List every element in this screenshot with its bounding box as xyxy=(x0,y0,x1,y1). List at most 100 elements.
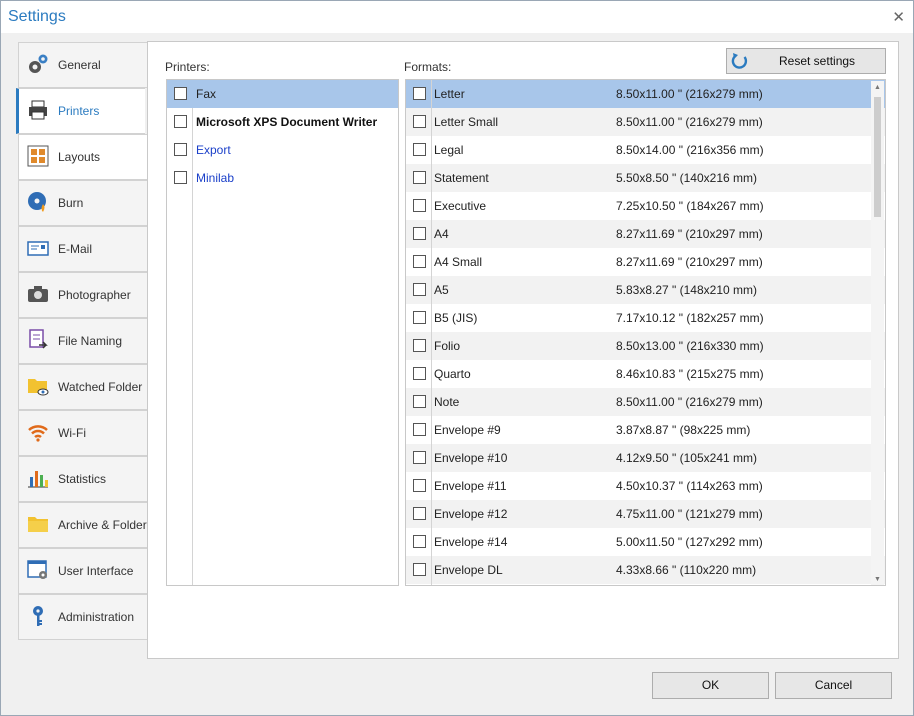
format-row[interactable]: Note 8.50x11.00 " (216x279 mm) xyxy=(406,388,885,416)
sidebar-item-administration[interactable]: Administration xyxy=(18,594,147,640)
format-checkbox[interactable] xyxy=(413,535,426,548)
format-size: 4.75x11.00 " (121x279 mm) xyxy=(616,507,763,521)
format-size: 4.12x9.50 " (105x241 mm) xyxy=(616,451,757,465)
printer-checkbox[interactable] xyxy=(174,115,187,128)
ok-button[interactable]: OK xyxy=(652,672,769,699)
settings-window: Settings ✕ General Printers Layouts Burn… xyxy=(0,0,914,716)
printer-checkbox[interactable] xyxy=(174,143,187,156)
user-interface-icon xyxy=(27,560,47,579)
format-checkbox[interactable] xyxy=(413,451,426,464)
formats-label: Formats: xyxy=(404,60,452,74)
column-divider xyxy=(431,80,432,585)
format-row[interactable]: Quarto 8.46x10.83 " (215x275 mm) xyxy=(406,360,885,388)
disc-icon xyxy=(28,192,46,212)
scroll-up-icon[interactable]: ▲ xyxy=(874,84,881,91)
format-size: 8.27x11.69 " (210x297 mm) xyxy=(616,255,763,269)
format-name: Envelope #10 xyxy=(434,451,508,465)
file-naming-icon xyxy=(29,329,48,349)
printers-label: Printers: xyxy=(165,60,210,74)
format-size: 5.50x8.50 " (140x216 mm) xyxy=(616,171,757,185)
format-checkbox[interactable] xyxy=(413,199,426,212)
format-row[interactable]: A4 8.27x11.69 " (210x297 mm) xyxy=(406,220,885,248)
sidebar-item-printers[interactable]: Printers xyxy=(16,88,145,134)
format-row[interactable]: Envelope #11 4.50x10.37 " (114x263 mm) xyxy=(406,472,885,500)
key-icon xyxy=(33,606,43,626)
reset-settings-button[interactable]: Reset settings xyxy=(726,48,886,74)
format-name: A4 xyxy=(434,227,449,241)
format-name: Envelope #9 xyxy=(434,423,501,437)
window-title: Settings xyxy=(8,8,66,25)
format-row[interactable]: Envelope #9 3.87x8.87 " (98x225 mm) xyxy=(406,416,885,444)
format-name: Letter Small xyxy=(434,115,499,129)
format-checkbox[interactable] xyxy=(413,395,426,408)
scrollbar-thumb[interactable] xyxy=(874,97,881,217)
printer-row-fax[interactable]: Fax xyxy=(167,80,398,108)
printer-row-minilab[interactable]: Minilab xyxy=(167,164,398,192)
format-checkbox[interactable] xyxy=(413,87,426,100)
format-checkbox[interactable] xyxy=(413,367,426,380)
format-size: 8.50x11.00 " (216x279 mm) xyxy=(616,395,763,409)
format-checkbox[interactable] xyxy=(413,255,426,268)
format-row[interactable]: Executive 7.25x10.50 " (184x267 mm) xyxy=(406,192,885,220)
cancel-button[interactable]: Cancel xyxy=(775,672,892,699)
folder-icon xyxy=(28,517,48,532)
formats-list: Letter 8.50x11.00 " (216x279 mm) Letter Sm… xyxy=(405,79,886,586)
sidebar-item-general[interactable]: General xyxy=(18,42,147,88)
printer-row-xps[interactable]: Microsoft XPS Document Writer xyxy=(167,108,398,136)
sidebar-item-burn[interactable]: Burn xyxy=(18,180,147,226)
format-checkbox[interactable] xyxy=(413,507,426,520)
format-name: Letter xyxy=(434,87,465,101)
format-checkbox[interactable] xyxy=(413,423,426,436)
format-row[interactable]: Letter 8.50x11.00 " (216x279 mm) xyxy=(406,80,885,108)
format-checkbox[interactable] xyxy=(413,143,426,156)
printer-checkbox[interactable] xyxy=(174,87,187,100)
format-row[interactable]: Envelope #10 4.12x9.50 " (105x241 mm) xyxy=(406,444,885,472)
format-checkbox[interactable] xyxy=(413,115,426,128)
printer-checkbox[interactable] xyxy=(174,171,187,184)
format-row[interactable]: Folio 8.50x13.00 " (216x330 mm) xyxy=(406,332,885,360)
format-row[interactable]: Envelope DL 4.33x8.66 " (110x220 mm) xyxy=(406,556,885,584)
format-size: 5.83x8.27 " (148x210 mm) xyxy=(616,283,757,297)
format-row[interactable]: B5 (JIS) 7.17x10.12 " (182x257 mm) xyxy=(406,304,885,332)
format-name: B5 (JIS) xyxy=(434,311,478,325)
format-checkbox[interactable] xyxy=(413,171,426,184)
printer-name: Microsoft XPS Document Writer xyxy=(196,115,378,129)
format-checkbox[interactable] xyxy=(413,479,426,492)
vertical-scrollbar[interactable]: ▲ ▼ xyxy=(871,81,884,585)
sidebar-item-statistics[interactable]: Statistics xyxy=(18,456,147,502)
sidebar-item-photographer[interactable]: Photographer xyxy=(18,272,147,318)
format-name: Envelope #11 xyxy=(434,479,507,493)
sidebar-item-label: Statistics xyxy=(58,472,107,486)
sidebar-item-email[interactable]: E-Mail xyxy=(18,226,147,272)
format-name: Envelope #14 xyxy=(434,535,508,549)
format-size: 8.50x11.00 " (216x279 mm) xyxy=(616,87,763,101)
close-icon[interactable]: ✕ xyxy=(892,8,905,26)
format-checkbox[interactable] xyxy=(413,563,426,576)
format-row[interactable]: Envelope #14 5.00x11.50 " (127x292 mm) xyxy=(406,528,885,556)
sidebar-item-archive-folders[interactable]: Archive & Folders xyxy=(18,502,153,548)
format-size: 7.17x10.12 " (182x257 mm) xyxy=(616,311,764,325)
format-name: Note xyxy=(434,395,460,409)
sidebar-item-label: Burn xyxy=(58,196,84,210)
sidebar-item-wifi[interactable]: Wi-Fi xyxy=(18,410,147,456)
format-row[interactable]: A4 Small 8.27x11.69 " (210x297 mm) xyxy=(406,248,885,276)
format-row[interactable]: Legal 8.50x14.00 " (216x356 mm) xyxy=(406,136,885,164)
format-checkbox[interactable] xyxy=(413,227,426,240)
format-row[interactable]: Envelope #12 4.75x11.00 " (121x279 mm) xyxy=(406,500,885,528)
sidebar-item-layouts[interactable]: Layouts xyxy=(18,134,147,180)
format-row[interactable]: Letter Small 8.50x11.00 " (216x279 mm) xyxy=(406,108,885,136)
format-checkbox[interactable] xyxy=(413,311,426,324)
format-row[interactable]: A5 5.83x8.27 " (148x210 mm) xyxy=(406,276,885,304)
sidebar-item-user-interface[interactable]: User Interface xyxy=(18,548,147,594)
format-row[interactable]: Statement 5.50x8.50 " (140x216 mm) xyxy=(406,164,885,192)
sidebar-item-label: File Naming xyxy=(58,334,123,348)
format-checkbox[interactable] xyxy=(413,339,426,352)
printer-row-export[interactable]: Export xyxy=(167,136,398,164)
printers-panel: Printers: Formats: Reset settings Fax Mi… xyxy=(147,41,899,659)
format-checkbox[interactable] xyxy=(413,283,426,296)
scroll-down-icon[interactable]: ▼ xyxy=(874,576,881,583)
format-size: 8.50x14.00 " (216x356 mm) xyxy=(616,143,764,157)
format-size: 7.25x10.50 " (184x267 mm) xyxy=(616,199,764,213)
sidebar-item-file-naming[interactable]: File Naming xyxy=(18,318,147,364)
sidebar-item-watched-folder[interactable]: Watched Folder xyxy=(18,364,147,410)
